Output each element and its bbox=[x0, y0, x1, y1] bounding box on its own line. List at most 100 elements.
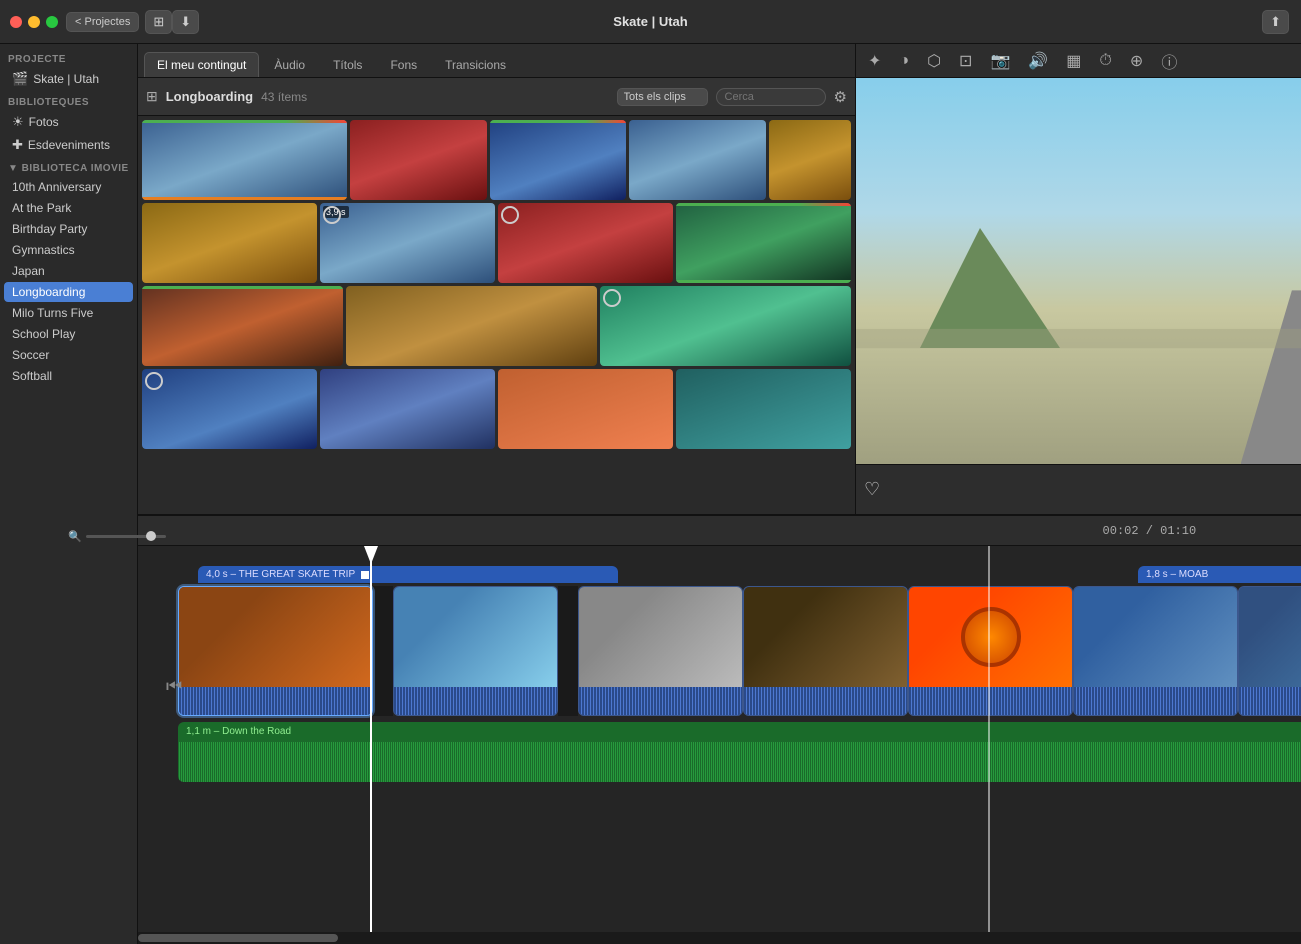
clip-thumb[interactable] bbox=[600, 286, 851, 366]
tab-titles[interactable]: Títols bbox=[320, 52, 375, 77]
audio-wave-5 bbox=[909, 687, 1072, 716]
clip-thumb[interactable] bbox=[490, 120, 627, 200]
video-track bbox=[178, 586, 1301, 716]
zoom-thumb bbox=[146, 531, 156, 541]
timeline-clip-1[interactable] bbox=[178, 586, 373, 716]
clip-thumb[interactable] bbox=[142, 369, 317, 449]
speedometer-button[interactable]: ⏱ bbox=[1095, 50, 1115, 72]
share-button[interactable]: ⬆ bbox=[1262, 10, 1289, 34]
clip-thumb[interactable] bbox=[142, 286, 343, 366]
timeline-scroll-thumb[interactable] bbox=[138, 934, 338, 942]
window-controls bbox=[10, 16, 58, 28]
sidebar-item-japan[interactable]: Japan bbox=[4, 261, 133, 281]
tracks-inner: ⏮ ⏭ 4,0 s – THE GREAT SKATE TRIP 1,8 s –… bbox=[138, 546, 1301, 932]
right-panel: El meu contingut Àudio Títols Fons Trans… bbox=[138, 44, 1301, 944]
clip-thumb[interactable] bbox=[320, 369, 495, 449]
timeline-clip-2[interactable] bbox=[393, 586, 558, 716]
sidebar-item-soccer[interactable]: Soccer bbox=[4, 345, 133, 365]
timeline-clip-3[interactable] bbox=[578, 586, 743, 716]
chart-button[interactable]: ▦ bbox=[1062, 49, 1085, 73]
movie-icon: 🎬 bbox=[12, 71, 28, 87]
sidebar-item-milo-turns-five[interactable]: Milo Turns Five bbox=[4, 303, 133, 323]
sidebar-item-school-play[interactable]: School Play bbox=[4, 324, 133, 344]
clip-thumb[interactable]: 3,9 s bbox=[320, 203, 495, 283]
clip-thumb-row bbox=[179, 587, 372, 687]
search-input[interactable] bbox=[716, 88, 826, 106]
clip-thumb[interactable] bbox=[142, 203, 317, 283]
zoom-slider[interactable] bbox=[86, 535, 166, 538]
clip-label-2: 1,8 s – MOAB bbox=[1138, 566, 1301, 583]
back-button[interactable]: < Projectes bbox=[66, 12, 139, 32]
clip-frame-4 bbox=[744, 587, 907, 687]
clip-frame-5 bbox=[909, 587, 1072, 687]
close-button[interactable] bbox=[10, 16, 22, 28]
clip-thumb[interactable] bbox=[769, 120, 851, 200]
magic-wand-button[interactable]: ✦ bbox=[864, 49, 885, 73]
sidebar-item-at-the-park[interactable]: At the Park bbox=[4, 198, 133, 218]
volume-button[interactable]: 🔊 bbox=[1024, 49, 1052, 73]
clip-thumb[interactable] bbox=[676, 203, 851, 283]
skaters-svg bbox=[856, 78, 1301, 464]
tab-my-content[interactable]: El meu contingut bbox=[144, 52, 259, 77]
maximize-button[interactable] bbox=[46, 16, 58, 28]
sidebar-item-birthday-party[interactable]: Birthday Party bbox=[4, 219, 133, 239]
clip-thumb[interactable] bbox=[676, 369, 851, 449]
sidebar-item-longboarding[interactable]: Longboarding bbox=[4, 282, 133, 302]
sidebar-item-label: Fotos bbox=[29, 115, 59, 129]
timeline-tracks[interactable]: ⏮ ⏭ 4,0 s – THE GREAT SKATE TRIP 1,8 s –… bbox=[138, 546, 1301, 932]
sidebar-item-skate-utah[interactable]: 🎬 Skate | Utah bbox=[4, 68, 133, 90]
sidebar-item-label: Esdeveniments bbox=[28, 138, 110, 152]
overlay-button[interactable]: ⊕ bbox=[1126, 49, 1147, 73]
tab-transitions[interactable]: Transicions bbox=[432, 52, 519, 77]
events-icon: ✚ bbox=[12, 137, 23, 153]
sidebar-item-fotos[interactable]: ☀ Fotos bbox=[4, 111, 133, 133]
timeline-scrollbar[interactable] bbox=[138, 932, 1301, 944]
favorite-button[interactable]: ♡ bbox=[864, 479, 880, 500]
import-button[interactable]: ⬇ bbox=[172, 10, 199, 34]
clip-thumb[interactable] bbox=[629, 120, 766, 200]
sidebar-item-label: Longboarding bbox=[12, 285, 85, 299]
clip-thumb[interactable] bbox=[346, 286, 597, 366]
color-wheel-button[interactable]: ⬡ bbox=[923, 49, 945, 73]
tab-backgrounds[interactable]: Fons bbox=[377, 52, 430, 77]
sidebar-item-label: Gymnastics bbox=[12, 243, 75, 257]
timeline-clip-6[interactable] bbox=[1073, 586, 1238, 716]
filter-select[interactable]: Tots els clips bbox=[617, 88, 708, 106]
timeline-clip-7[interactable] bbox=[1238, 586, 1301, 716]
skip-start-icon[interactable]: ⏮ bbox=[166, 676, 182, 697]
audio-wave-visual-3 bbox=[579, 687, 742, 716]
tab-audio[interactable]: Àudio bbox=[261, 52, 318, 77]
clip-thumb[interactable] bbox=[350, 120, 487, 200]
music-wave bbox=[178, 742, 1301, 782]
section-label-imovie: ▼ Biblioteca iMovie bbox=[0, 157, 137, 176]
sidebar-item-softball[interactable]: Softball bbox=[4, 366, 133, 386]
audio-wave-visual-2 bbox=[394, 687, 557, 716]
gear-button[interactable]: ⚙ bbox=[834, 88, 847, 106]
clip-thumb[interactable] bbox=[142, 120, 347, 200]
audio-wave-visual-4 bbox=[744, 687, 907, 716]
sidebar-item-label: Milo Turns Five bbox=[12, 306, 93, 320]
timeline-clip-4[interactable] bbox=[743, 586, 908, 716]
browser-section: El meu contingut Àudio Títols Fons Trans… bbox=[138, 44, 856, 514]
grid-view-button[interactable]: ⊞ bbox=[146, 88, 158, 105]
playhead-handle bbox=[364, 546, 378, 564]
minimize-button[interactable] bbox=[28, 16, 40, 28]
grid-row-2: 3,9 s bbox=[142, 203, 851, 283]
info-button[interactable]: ⓘ bbox=[1157, 47, 1181, 75]
section-label-project: PROJECTE bbox=[0, 48, 137, 67]
camera-button[interactable]: 📷 bbox=[986, 49, 1014, 73]
clip-thumb[interactable] bbox=[498, 369, 673, 449]
sidebar-item-esdeveniments[interactable]: ✚ Esdeveniments bbox=[4, 134, 133, 156]
clip-title-1: 4,0 s – THE GREAT SKATE TRIP bbox=[206, 569, 355, 580]
sidebar-item-label: 10th Anniversary bbox=[12, 180, 101, 194]
sidebar-item-gymnastics[interactable]: Gymnastics bbox=[4, 240, 133, 260]
grid-row-3 bbox=[142, 286, 851, 366]
sidebar-item-10th-anniversary[interactable]: 10th Anniversary bbox=[4, 177, 133, 197]
timeline-clip-5[interactable] bbox=[908, 586, 1073, 716]
clip-thumb[interactable] bbox=[498, 203, 673, 283]
view-toggle-button[interactable]: ⊞ bbox=[145, 10, 172, 34]
browser-grid[interactable]: 3,9 s bbox=[138, 116, 855, 514]
crop-button[interactable]: ⊡ bbox=[955, 49, 976, 73]
preview-scene bbox=[856, 78, 1301, 464]
color-balance-button[interactable]: ◑ bbox=[895, 50, 913, 72]
